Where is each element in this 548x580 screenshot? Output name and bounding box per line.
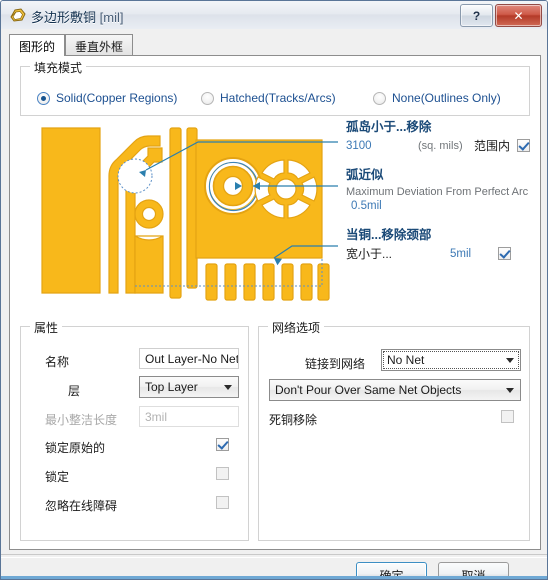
dialog-content: 图形的 垂直外框 填充模式 Solid(Copper Regions) Hatc… <box>1 29 547 579</box>
island-scope-checkbox[interactable] <box>517 139 531 152</box>
layer-select-value: Top Layer <box>145 380 198 394</box>
window-title: 多边形敷铜 [mil] <box>31 7 123 26</box>
layer-label: 层 <box>68 384 81 398</box>
net-options-group: 网络选项 链接到网络 No Net Don't Pour Over Same N… <box>258 319 530 541</box>
fill-mode-group: 填充模式 Solid(Copper Regions) Hatched(Track… <box>20 59 530 116</box>
locked-checkbox[interactable] <box>216 467 229 480</box>
arc-deviation-value[interactable]: 0.5mil <box>351 200 382 212</box>
tab-panel-graphics: 填充模式 Solid(Copper Regions) Hatched(Track… <box>9 55 541 550</box>
radio-hatched-label: Hatched(Tracks/Arcs) <box>220 91 336 105</box>
island-scope-label: 范围内 <box>474 139 511 153</box>
window-title-text: 多边形敷铜 <box>31 10 97 25</box>
chevron-down-icon <box>506 388 514 393</box>
annotation-arc-description: Maximum Deviation From Perfect Arc 0.5mi… <box>346 185 536 213</box>
annotation-arc-title: 弧近似 <box>346 168 384 182</box>
neck-remove-checkbox[interactable] <box>498 247 511 260</box>
radio-none-label: None(Outlines Only) <box>392 91 501 105</box>
properties-group: 属性 名称 Out Layer-No Net 层 Top Layer 最小整洁长… <box>20 319 249 541</box>
pour-over-value: Don't Pour Over Same Net Objects <box>275 383 462 397</box>
radio-none-indicator <box>373 91 386 105</box>
title-bar: 多边形敷铜 [mil] ? ✕ <box>1 1 547 30</box>
name-input[interactable]: Out Layer-No Net <box>139 348 239 369</box>
tab-vertical-outline[interactable]: 垂直外框 <box>65 34 134 56</box>
annotation-neck-row: 宽小于... 5mil <box>346 245 536 262</box>
min-primitive-label: 最小整洁长度 <box>45 413 118 427</box>
ignore-violations-label: 忽略在线障碍 <box>45 499 118 513</box>
chevron-down-icon <box>506 358 514 363</box>
island-area-units: (sq. mils) <box>418 139 463 152</box>
neck-width-value[interactable]: 5mil <box>450 248 498 260</box>
dead-copper-checkbox[interactable] <box>501 410 514 423</box>
polygon-pour-icon <box>10 8 26 22</box>
lock-primitives-label: 锁定原始的 <box>45 441 106 455</box>
radio-solid-indicator <box>37 91 50 105</box>
min-primitive-input: 3mil <box>139 406 239 427</box>
radio-hatched-indicator <box>201 91 214 105</box>
annotation-neck-title: 当铜...移除颈部 <box>346 228 432 242</box>
tab-graphics[interactable]: 图形的 <box>9 34 66 56</box>
radio-hatched[interactable]: Hatched(Tracks/Arcs) <box>201 91 336 105</box>
radio-none[interactable]: None(Outlines Only) <box>373 91 501 105</box>
preview-svg <box>41 127 338 301</box>
layer-select[interactable]: Top Layer <box>139 376 239 398</box>
polygon-pour-dialog: 多边形敷铜 [mil] ? ✕ 图形的 垂直外框 填充模式 Solid(Copp… <box>0 0 548 580</box>
annotation-island-title: 孤岛小于...移除 <box>346 120 432 134</box>
fill-mode-options: Solid(Copper Regions) Hatched(Tracks/Arc… <box>21 91 529 111</box>
annotation-island: 孤岛小于...移除 3100 (sq. mils) 范围内 <box>346 116 536 154</box>
ignore-violations-checkbox[interactable] <box>216 496 229 509</box>
radio-solid-label: Solid(Copper Regions) <box>56 91 178 105</box>
properties-group-title: 属性 <box>30 319 63 336</box>
chevron-down-icon <box>224 385 232 390</box>
polygon-pour-preview <box>22 118 338 318</box>
footer-divider <box>1 554 547 558</box>
connect-to-net-value: No Net <box>387 353 425 367</box>
lock-primitives-checkbox[interactable] <box>216 438 229 451</box>
pour-over-select[interactable]: Don't Pour Over Same Net Objects <box>269 379 521 401</box>
dead-copper-label: 死铜移除 <box>269 413 318 427</box>
help-button[interactable]: ? <box>460 4 493 27</box>
window-buttons: ? ✕ <box>458 4 542 27</box>
radio-solid[interactable]: Solid(Copper Regions) <box>37 91 177 105</box>
window-bottom-edge <box>1 576 547 579</box>
fill-mode-group-title: 填充模式 <box>30 59 87 76</box>
close-button[interactable]: ✕ <box>495 4 542 27</box>
annotation-neck: 当铜...移除颈部 宽小于... 5mil <box>346 224 536 262</box>
connect-to-net-select[interactable]: No Net <box>381 349 521 371</box>
neck-width-label: 宽小于... <box>346 247 393 261</box>
arc-description-text: Maximum Deviation From Perfect Arc <box>346 186 529 198</box>
connect-to-net-label: 链接到网络 <box>305 357 366 371</box>
annotation-arc: 弧近似 Maximum Deviation From Perfect Arc 0… <box>346 164 536 213</box>
annotation-island-row: 3100 (sq. mils) 范围内 <box>346 137 536 154</box>
window-title-unit: [mil] <box>99 10 124 25</box>
island-area-value[interactable]: 3100 <box>346 140 418 152</box>
locked-label: 锁定 <box>45 470 70 484</box>
name-label: 名称 <box>45 355 70 369</box>
net-options-group-title: 网络选项 <box>268 319 325 336</box>
